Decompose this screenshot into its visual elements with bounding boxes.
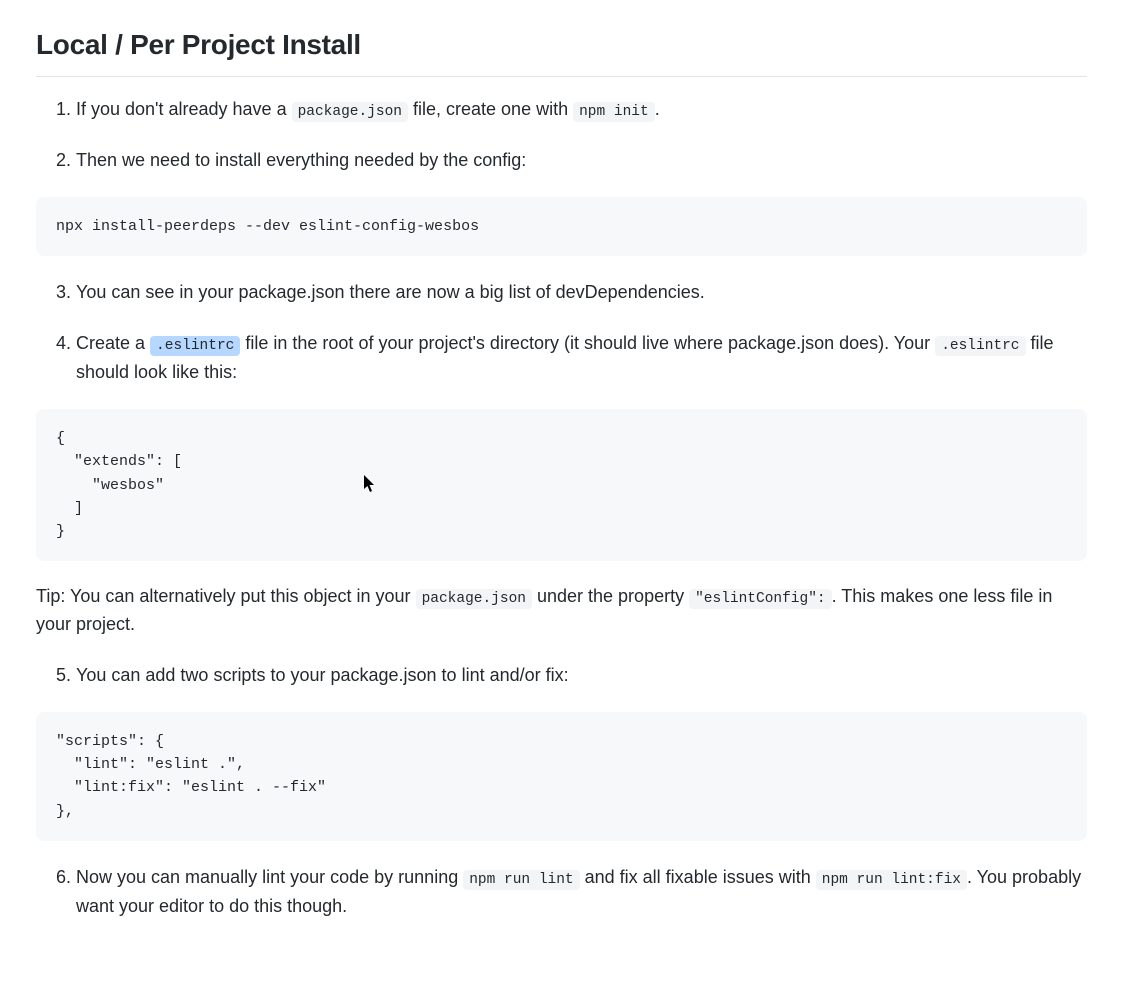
inline-code-npm-init: npm init [573,102,655,122]
step-1: If you don't already have a package.json… [76,95,1087,124]
step-4: Create a .eslintrc file in the root of y… [76,329,1087,387]
inline-code-eslintrc-2: .eslintrc [935,336,1025,356]
code-block-eslintrc-wrap: { "extends": [ "wesbos" ] } [36,409,1087,561]
step-5: You can add two scripts to your package.… [76,661,1087,690]
step-3: You can see in your package.json there a… [76,278,1087,307]
inline-code-npm-run-lint: npm run lint [463,870,579,890]
section-heading: Local / Per Project Install [36,24,1087,77]
tip-paragraph: Tip: You can alternatively put this obje… [36,583,1087,639]
inline-code-package-json: package.json [292,102,408,122]
steps-list-continued-3: You can see in your package.json there a… [36,278,1087,387]
step-1-text-mid: file, create one with [408,99,573,119]
inline-code-npm-run-lint-fix: npm run lint:fix [816,870,967,890]
step-4-text-mid: file in the root of your project's direc… [240,333,935,353]
tip-text-mid: under the property [532,586,689,606]
step-1-text-pre: If you don't already have a [76,99,292,119]
inline-code-eslintrc-selected[interactable]: .eslintrc [150,336,240,356]
code-block-eslintrc[interactable]: { "extends": [ "wesbos" ] } [36,409,1087,561]
code-block-install[interactable]: npx install-peerdeps --dev eslint-config… [36,197,1087,256]
steps-list: If you don't already have a package.json… [36,95,1087,175]
step-2-text: Then we need to install everything neede… [76,150,526,170]
code-block-scripts[interactable]: "scripts": { "lint": "eslint .", "lint:f… [36,712,1087,841]
steps-list-continued-5: You can add two scripts to your package.… [36,661,1087,690]
step-5-text: You can add two scripts to your package.… [76,665,569,685]
steps-list-continued-6: Now you can manually lint your code by r… [36,863,1087,921]
step-6: Now you can manually lint your code by r… [76,863,1087,921]
step-1-text-post: . [655,99,660,119]
inline-code-package-json-2: package.json [416,589,532,609]
step-4-text-pre: Create a [76,333,150,353]
document-page: Local / Per Project Install If you don't… [0,0,1123,983]
tip-text-pre: Tip: You can alternatively put this obje… [36,586,416,606]
step-6-text-mid: and fix all fixable issues with [580,867,816,887]
step-6-text-pre: Now you can manually lint your code by r… [76,867,463,887]
step-3-text: You can see in your package.json there a… [76,282,705,302]
step-2: Then we need to install everything neede… [76,146,1087,175]
inline-code-eslintconfig: "eslintConfig": [689,589,832,609]
